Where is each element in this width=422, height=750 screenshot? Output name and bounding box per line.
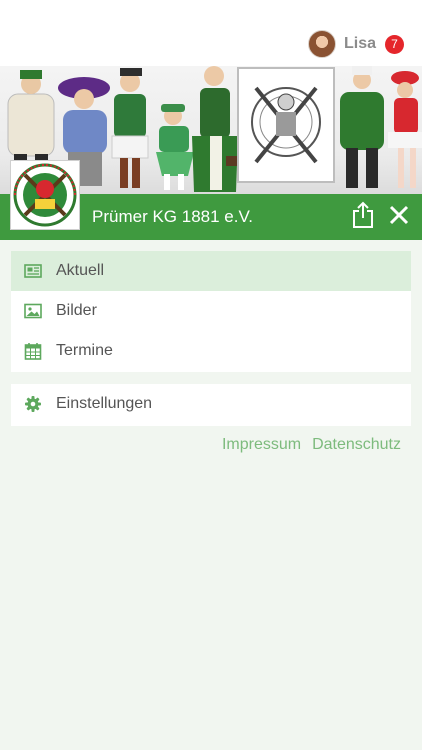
image-icon: [24, 303, 42, 319]
footer-links: Impressum Datenschutz: [222, 436, 401, 454]
menu-item-label: Einstellungen: [56, 395, 153, 412]
menu-item-bilder[interactable]: Bilder: [11, 291, 411, 331]
impressum-link[interactable]: Impressum: [222, 436, 301, 454]
close-icon[interactable]: [388, 204, 410, 226]
calendar-icon: [24, 343, 42, 360]
avatar[interactable]: [307, 30, 336, 58]
newspaper-icon: [24, 264, 42, 278]
menu-item-termine[interactable]: Termine: [11, 331, 411, 371]
menu-item-label: Bilder: [56, 302, 97, 319]
user-name[interactable]: Lisa: [344, 35, 376, 53]
menu-item-aktuell[interactable]: Aktuell: [11, 251, 411, 291]
share-button[interactable]: [352, 201, 374, 229]
user-profile[interactable]: Lisa 7: [307, 30, 404, 58]
notification-badge[interactable]: 7: [385, 34, 404, 54]
menu-item-einstellungen[interactable]: Einstellungen: [11, 384, 411, 424]
club-crest-icon: [13, 163, 77, 227]
settings-menu: Einstellungen: [11, 384, 411, 426]
main-menu: Aktuell Bilder Termine: [11, 251, 411, 372]
club-logo: [10, 160, 80, 230]
club-title: Prümer KG 1881 e.V.: [92, 207, 253, 226]
menu-item-label: Termine: [56, 342, 113, 359]
menu-item-label: Aktuell: [56, 262, 105, 279]
gear-icon: [25, 396, 41, 412]
close-button[interactable]: [388, 204, 410, 226]
datenschutz-link[interactable]: Datenschutz: [312, 436, 401, 454]
top-bar: Lisa 7: [0, 0, 422, 66]
share-icon[interactable]: [352, 201, 374, 229]
